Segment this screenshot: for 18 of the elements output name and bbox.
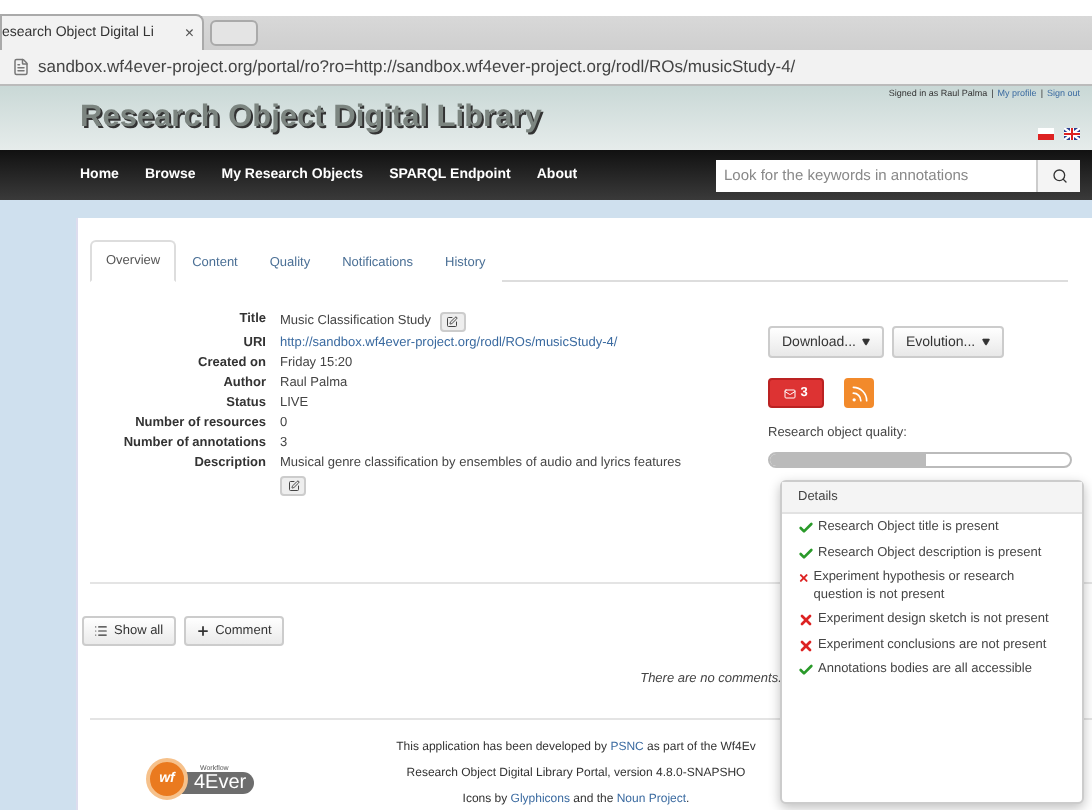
- caret-icon: [981, 338, 990, 346]
- address-bar[interactable]: sandbox.wf4ever-project.org/portal/ro?ro=http://sandbox.wf4ever-project.org/rodl/ROs/musicStudy-4/: [0, 49, 1092, 86]
- close-icon[interactable]: ×: [184, 23, 194, 42]
- mail-icon: [784, 387, 797, 399]
- list-icon: [94, 624, 108, 638]
- caret-icon: [861, 338, 870, 346]
- edit-icon: [446, 316, 458, 328]
- flag-icon[interactable]: [1064, 128, 1080, 141]
- search-icon: [1051, 167, 1067, 184]
- edit-button[interactable]: [439, 312, 465, 332]
- rss-icon: [849, 383, 869, 403]
- search-button[interactable]: [1036, 159, 1080, 192]
- edit-icon: [287, 480, 299, 492]
- flag-icon[interactable]: [1038, 128, 1054, 141]
- site-title: Research Object Digital Library: [80, 100, 542, 137]
- page-icon: [12, 57, 30, 76]
- plus-icon: [195, 624, 210, 638]
- edit-button[interactable]: [280, 476, 306, 496]
